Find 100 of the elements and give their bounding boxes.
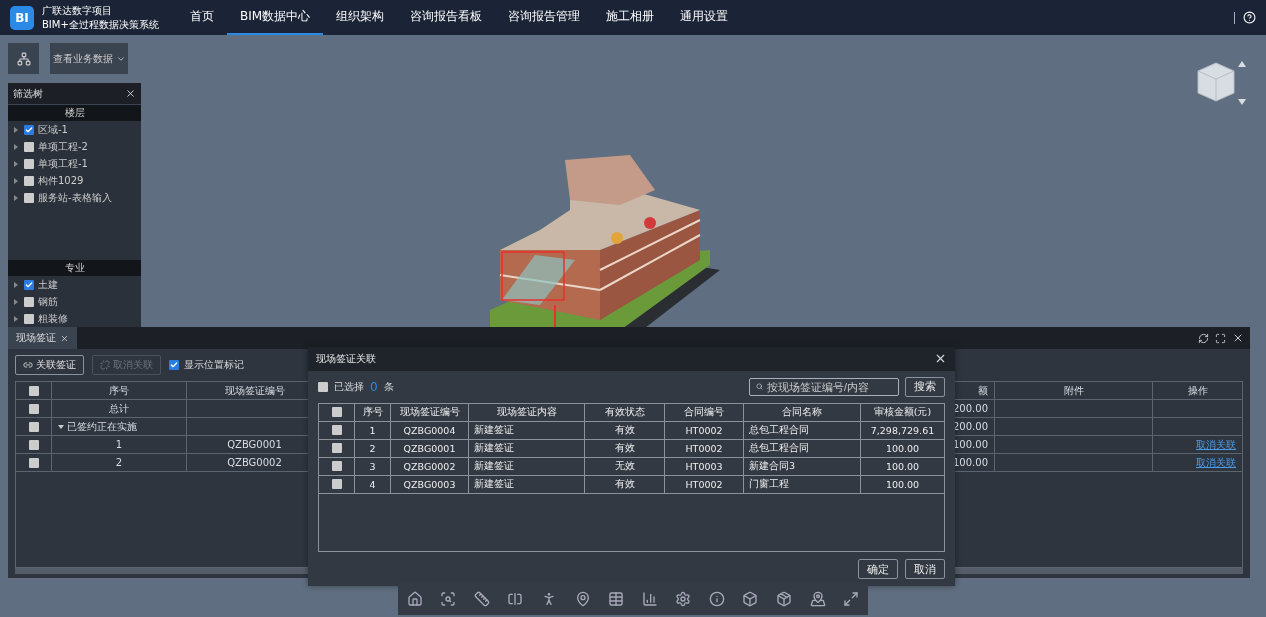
- package-icon[interactable]: [775, 591, 792, 607]
- confirm-button[interactable]: 确定: [858, 559, 898, 579]
- cube-icon[interactable]: [742, 591, 759, 607]
- tab-label[interactable]: 现场签证: [16, 331, 56, 345]
- nav-tab[interactable]: BIM数据中心: [227, 0, 324, 35]
- dialog-title: 现场签证关联: [316, 351, 376, 366]
- tree-item[interactable]: 粗装修: [38, 311, 68, 326]
- tree-checkbox[interactable]: [24, 313, 34, 324]
- table-cell-text: 100.00: [884, 477, 921, 492]
- cancel-button[interactable]: 取消: [905, 559, 945, 579]
- home-icon[interactable]: [406, 591, 423, 607]
- unlink-link[interactable]: 取消关联: [1196, 437, 1236, 452]
- hierarchy-button[interactable]: [8, 43, 39, 74]
- expand-arrow-icon[interactable]: [14, 315, 18, 322]
- search-field[interactable]: 按现场签证编号/内容: [749, 377, 899, 396]
- tree-item[interactable]: 单项工程-1: [38, 156, 88, 171]
- row-checkbox[interactable]: [28, 439, 39, 450]
- ruler-icon[interactable]: [473, 591, 490, 607]
- map-pin-icon[interactable]: [809, 591, 826, 607]
- help-icon[interactable]: [1243, 11, 1256, 24]
- action-button[interactable]: 关联签证: [15, 355, 84, 375]
- table-cell: 2: [355, 439, 391, 457]
- maximize-icon[interactable]: [1215, 332, 1226, 344]
- row-checkbox[interactable]: [331, 461, 342, 472]
- column-header: 序号: [355, 403, 391, 421]
- table-cell: QZBG0003: [391, 475, 469, 493]
- expand-arrow-icon[interactable]: [14, 194, 18, 201]
- row-checkbox[interactable]: [331, 479, 342, 490]
- table-cell: 总包工程合同: [744, 421, 861, 439]
- bar-chart-icon[interactable]: [641, 591, 658, 607]
- table-cell: 无效: [585, 457, 665, 475]
- tree-checkbox[interactable]: [24, 141, 34, 152]
- table-cell: HT0002: [665, 475, 744, 493]
- search-button[interactable]: 搜索: [905, 376, 945, 397]
- table-cell: 总计: [52, 400, 187, 417]
- column-header: 现场签证编号: [391, 403, 469, 421]
- row-checkbox[interactable]: [28, 457, 39, 468]
- tree-item[interactable]: 区域-1: [38, 122, 68, 137]
- close-icon[interactable]: [1232, 332, 1244, 344]
- table-cell: 1: [52, 436, 187, 453]
- nav-tab[interactable]: 组织架构: [323, 0, 398, 35]
- business-data-dropdown[interactable]: 查看业务数据: [50, 43, 128, 74]
- table-cell: 新建签证: [469, 457, 585, 475]
- table-cell: 新建签证: [469, 439, 585, 457]
- row-checkbox[interactable]: [28, 421, 39, 432]
- fullscreen-icon[interactable]: [843, 591, 860, 607]
- info-icon[interactable]: [708, 591, 725, 607]
- select-all-checkbox[interactable]: [318, 381, 328, 392]
- row-checkbox[interactable]: [28, 403, 39, 414]
- close-icon[interactable]: [60, 333, 69, 343]
- table-icon[interactable]: [608, 591, 625, 607]
- tree-item[interactable]: 单项工程-2: [38, 139, 88, 154]
- column-header: 附件: [995, 382, 1153, 399]
- table-cell: QZBG0002: [391, 457, 469, 475]
- unlink-link[interactable]: 取消关联: [1196, 455, 1236, 470]
- tree-item[interactable]: 钢筋: [38, 294, 58, 309]
- expand-arrow-icon[interactable]: [14, 143, 18, 150]
- expand-arrow-icon[interactable]: [14, 281, 18, 288]
- table-cell: 门窗工程: [744, 475, 861, 493]
- nav-tab[interactable]: 施工相册: [593, 0, 668, 35]
- expand-arrow-icon[interactable]: [14, 298, 18, 305]
- expand-arrow-icon[interactable]: [14, 160, 18, 167]
- column-header: 现场签证内容: [469, 403, 585, 421]
- tree-checkbox[interactable]: [24, 279, 34, 290]
- panel-title: 筛选树: [13, 86, 43, 101]
- tree-item[interactable]: 构件1029: [38, 173, 84, 188]
- nav-tab[interactable]: 咨询报告管理: [495, 0, 594, 35]
- row-checkbox[interactable]: [331, 425, 342, 436]
- expand-arrow-icon[interactable]: [14, 126, 18, 133]
- tree-checkbox[interactable]: [24, 175, 34, 186]
- header-checkbox[interactable]: [331, 407, 342, 418]
- tree-checkbox[interactable]: [24, 296, 34, 307]
- tree-item[interactable]: 服务站-表格输入: [38, 190, 112, 205]
- tree-checkbox[interactable]: [24, 158, 34, 169]
- app-logo: BI: [10, 5, 34, 30]
- close-icon[interactable]: [125, 88, 136, 99]
- tree-checkbox[interactable]: [24, 124, 34, 135]
- select-all-checkbox[interactable]: [28, 385, 39, 396]
- nav-tab[interactable]: 首页: [177, 0, 227, 35]
- zoom-area-icon[interactable]: [440, 591, 457, 607]
- table-cell: 1: [355, 421, 391, 439]
- tree-item[interactable]: 土建: [38, 277, 58, 292]
- unlink-icon: [100, 360, 110, 370]
- refresh-icon[interactable]: [1198, 332, 1209, 344]
- table-cell: 新建签证: [469, 421, 585, 439]
- count-unit: 条: [383, 379, 394, 394]
- settings-icon[interactable]: [675, 591, 692, 607]
- group-cell[interactable]: 已签约正在实施: [52, 418, 187, 435]
- column-header: 操作: [1186, 383, 1209, 398]
- row-checkbox[interactable]: [331, 443, 342, 454]
- pin-icon[interactable]: [574, 591, 591, 607]
- panel-tab[interactable]: 现场签证: [8, 327, 77, 349]
- nav-tab[interactable]: 通用设置: [667, 0, 742, 35]
- column-header: 有效状态: [585, 403, 665, 421]
- tree-checkbox[interactable]: [24, 192, 34, 203]
- section-icon[interactable]: [507, 591, 524, 607]
- expand-arrow-icon[interactable]: [14, 177, 18, 184]
- table-cell: 4: [355, 475, 391, 493]
- marker-checkbox[interactable]: [169, 360, 179, 370]
- nav-tab[interactable]: 咨询报告看板: [397, 0, 496, 35]
